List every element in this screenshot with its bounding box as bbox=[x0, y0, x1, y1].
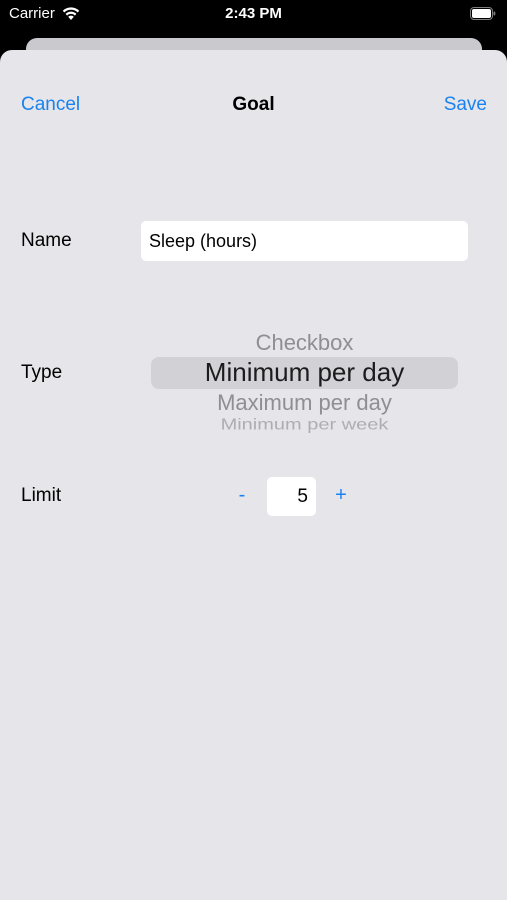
status-time: 2:43 PM bbox=[225, 5, 282, 22]
page-title: Goal bbox=[232, 94, 275, 115]
picker-option-checkbox[interactable]: Checkbox bbox=[151, 330, 458, 356]
picker-option-maximum-per-day[interactable]: Maximum per day bbox=[151, 390, 458, 416]
status-bar: Carrier 2:43 PM bbox=[0, 0, 507, 30]
limit-label: Limit bbox=[21, 485, 62, 506]
name-field[interactable] bbox=[141, 221, 468, 261]
limit-value-field[interactable] bbox=[267, 477, 316, 516]
save-button[interactable]: Save bbox=[444, 94, 487, 116]
picker-option-minimum-per-week[interactable]: Minimum per week bbox=[151, 416, 458, 434]
picker-option-minimum-per-day[interactable]: Minimum per day bbox=[151, 357, 458, 388]
limit-decrement-button[interactable]: - bbox=[232, 484, 252, 507]
battery-icon bbox=[470, 7, 496, 20]
type-picker[interactable]: Checkbox Minimum per day Maximum per day… bbox=[151, 326, 458, 438]
name-label: Name bbox=[21, 230, 72, 251]
limit-increment-button[interactable]: + bbox=[331, 484, 351, 507]
type-label: Type bbox=[21, 362, 63, 383]
goal-sheet bbox=[0, 50, 507, 900]
screen: Carrier 2:43 PM Cancel Goal Save Name Ty… bbox=[0, 0, 507, 900]
